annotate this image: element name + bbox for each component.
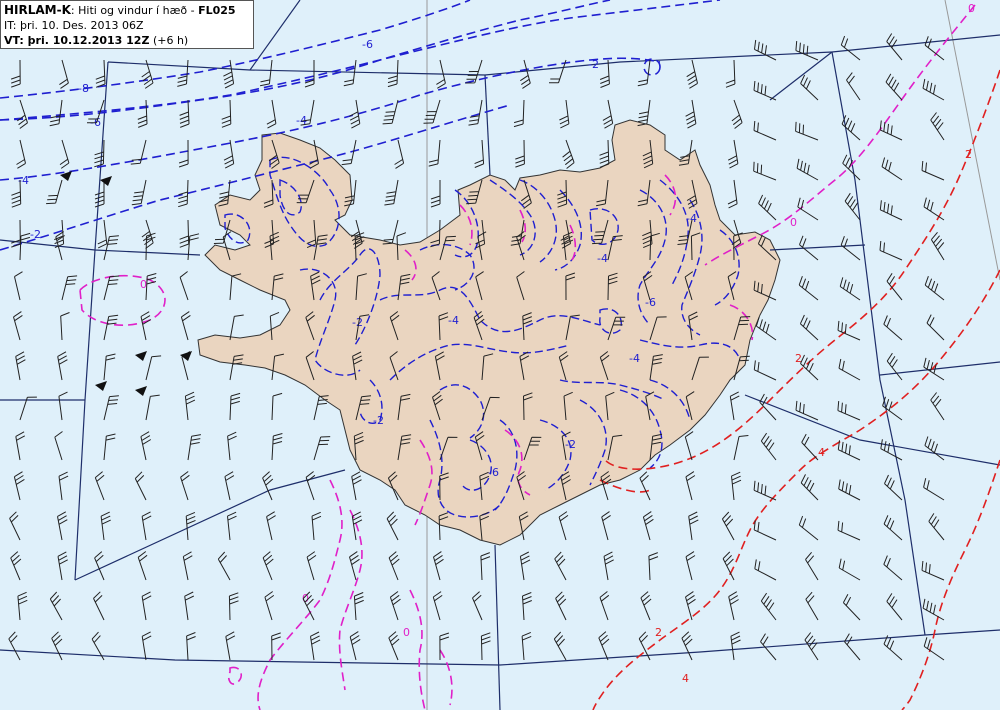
contour-label: 4 bbox=[818, 446, 825, 459]
map-title-box: HIRLAM-K: Hiti og vindur í hæð - FL025 I… bbox=[0, 0, 254, 49]
contour-label: -6 bbox=[362, 38, 373, 51]
model-name: HIRLAM-K bbox=[4, 3, 71, 17]
initial-time: IT: þri. 10. Des. 2013 06Z bbox=[4, 19, 144, 32]
contour-label: -2 bbox=[373, 414, 384, 427]
contour-label: -6 bbox=[645, 296, 656, 309]
title-separator: : bbox=[70, 4, 75, 17]
weather-map: -8 -6 -6 -4 -4 -2 -2 -2 -4 -6 -4 -4 -2 -… bbox=[0, 0, 1000, 710]
contour-label: 0 bbox=[790, 216, 797, 229]
flight-level: FL025 bbox=[198, 4, 236, 17]
contour-label: -8 bbox=[78, 82, 89, 95]
contour-label: 0 bbox=[968, 2, 975, 15]
contour-label: -6 bbox=[488, 466, 499, 479]
contour-label: -2 bbox=[352, 316, 363, 329]
contour-label: 4 bbox=[682, 672, 689, 685]
contour-label: -2 bbox=[30, 228, 41, 241]
contour-label: -4 bbox=[448, 314, 459, 327]
contour-label: -4 bbox=[629, 352, 640, 365]
contour-label: 0 bbox=[140, 278, 147, 291]
contour-label: -2 bbox=[565, 438, 576, 451]
map-description: Hiti og vindur í hæð - bbox=[78, 4, 195, 17]
contour-label: -4 bbox=[597, 252, 608, 265]
valid-time: VT: þri. 10.12.2013 12Z bbox=[4, 34, 150, 47]
contour-label: 0 bbox=[403, 626, 410, 639]
contour-label: -2 bbox=[588, 58, 599, 71]
forecast-offset: (+6 h) bbox=[152, 34, 189, 47]
contour-label: 2 bbox=[965, 148, 972, 161]
contour-label: 2 bbox=[655, 626, 662, 639]
